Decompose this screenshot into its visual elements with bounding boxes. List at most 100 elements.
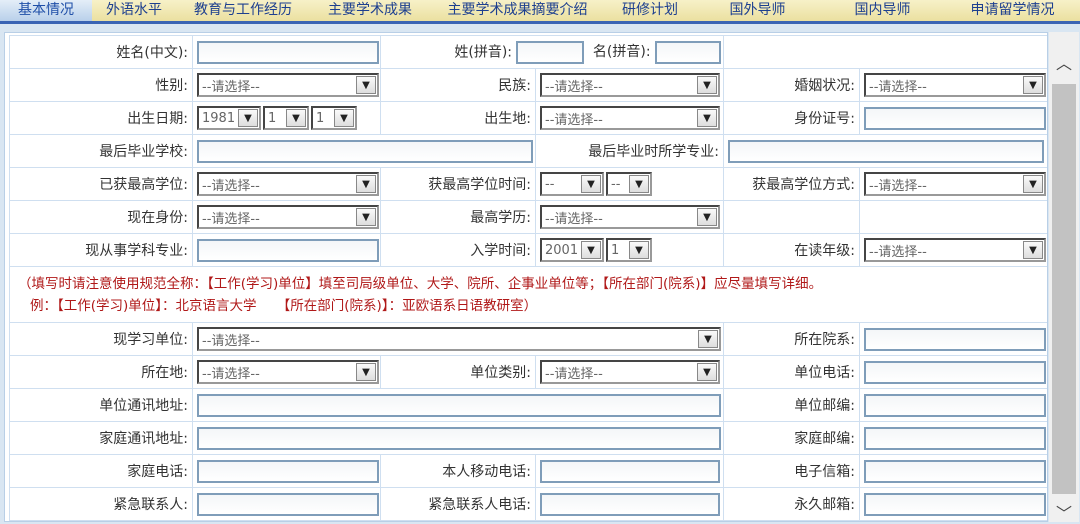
unit-type-select[interactable]: --请选择-- ▼ xyxy=(540,360,720,384)
tab-achievement-summary[interactable]: 主要学术成果摘要介绍 xyxy=(430,0,605,21)
chevron-down-icon: ▼ xyxy=(629,175,649,193)
mobile-input[interactable] xyxy=(540,459,720,483)
selected-value: --请选择-- xyxy=(545,112,603,128)
birth-year-select[interactable]: 1981 ▼ xyxy=(197,106,261,130)
label: 紧急联系人: xyxy=(9,487,193,521)
label: 电子信箱: xyxy=(723,454,861,488)
unit-phone-input[interactable] xyxy=(864,360,1047,384)
tab-study-abroad[interactable]: 申请留学情况 xyxy=(945,0,1080,21)
note-row: （填写时请注意使用规范全称：【工作(学习)单位】填至司局级单位、大学、院所、企事… xyxy=(8,266,1047,323)
degree-select[interactable]: --请选择-- ▼ xyxy=(197,172,379,196)
selected-value: --请选择-- xyxy=(545,366,603,382)
home-address-input[interactable] xyxy=(197,426,721,450)
form-row: 出生日期: 1981 ▼ 1 ▼ 1 ▼ 出生地: --请选择-- ▼ 身份证号: xyxy=(9,101,1047,135)
selected-value: --请选择-- xyxy=(202,211,260,227)
chevron-down-icon: ▼ xyxy=(698,330,718,348)
scrollbar-thumb[interactable] xyxy=(1052,84,1076,494)
chevron-up-icon[interactable]: ︿ xyxy=(1049,50,1079,74)
given-pinyin-input[interactable] xyxy=(655,40,722,64)
chevron-down-icon: ▼ xyxy=(581,241,601,259)
enroll-month-select[interactable]: 1 ▼ xyxy=(606,238,652,262)
id-number-input[interactable] xyxy=(864,106,1047,130)
marital-select[interactable]: --请选择-- ▼ xyxy=(864,73,1047,97)
label: 名(拼音): xyxy=(592,44,651,60)
last-major-input[interactable] xyxy=(728,139,1045,163)
tab-study-plan[interactable]: 研修计划 xyxy=(605,0,695,21)
chevron-down-icon: ▼ xyxy=(356,208,376,226)
gender-select[interactable]: --请选择-- ▼ xyxy=(197,73,379,97)
form-panel: 姓名(中文): 姓(拼音): 名(拼音): 性别: --请选择-- ▼ 民族: -… xyxy=(4,32,1048,522)
surname-pinyin-input[interactable] xyxy=(516,40,585,64)
chevron-down-icon: ▼ xyxy=(356,76,376,94)
birthplace-select[interactable]: --请选择-- ▼ xyxy=(540,106,720,130)
chevron-down-icon: ▼ xyxy=(697,109,717,127)
form-row: 现在身份: --请选择-- ▼ 最高学历: --请选择-- ▼ xyxy=(9,200,1047,234)
emergency-contact-input[interactable] xyxy=(197,492,379,516)
tab-basic-info[interactable]: 基本情况 xyxy=(0,0,92,21)
basic-info-form: 姓名(中文): 姓(拼音): 名(拼音): 性别: --请选择-- ▼ 民族: -… xyxy=(8,35,1047,521)
emergency-phone-input[interactable] xyxy=(540,492,720,516)
form-row: 现从事学科专业: 入学时间: 2001 ▼ 1 ▼ 在读年级: --请选择-- ▼ xyxy=(9,233,1047,267)
label: 入学时间: xyxy=(380,233,536,267)
form-row: 已获最高学位: --请选择-- ▼ 获最高学位时间: -- ▼ -- ▼ 获最高学位方式… xyxy=(9,167,1047,201)
label: 性别: xyxy=(9,68,193,102)
form-row: 家庭通讯地址: 家庭邮编: xyxy=(9,421,1047,455)
label: 最后毕业学校: xyxy=(9,134,193,168)
form-row: 紧急联系人: 紧急联系人电话: 永久邮箱: xyxy=(9,487,1047,521)
ethnicity-select[interactable]: --请选择-- ▼ xyxy=(540,73,720,97)
home-zip-input[interactable] xyxy=(864,426,1047,450)
vertical-scrollbar[interactable]: ︿ ﹀ xyxy=(1049,32,1079,524)
grade-select[interactable]: --请选择-- ▼ xyxy=(864,238,1047,262)
tab-achievements[interactable]: 主要学术成果 xyxy=(310,0,430,21)
selected-value: 1 xyxy=(316,110,325,126)
degree-way-select[interactable]: --请选择-- ▼ xyxy=(864,172,1047,196)
selected-value: --请选择-- xyxy=(869,244,927,260)
form-row: 所在地: --请选择-- ▼ 单位类别: --请选择-- ▼ 单位电话: xyxy=(9,355,1047,389)
chevron-down-icon: ▼ xyxy=(697,363,717,381)
education-select[interactable]: --请选择-- ▼ xyxy=(540,205,720,229)
subject-input[interactable] xyxy=(197,238,379,262)
enroll-year-select[interactable]: 2001 ▼ xyxy=(540,238,604,262)
tab-domestic-advisor[interactable]: 国内导师 xyxy=(820,0,945,21)
label: 在读年级: xyxy=(723,233,861,267)
permanent-email-input[interactable] xyxy=(864,492,1047,516)
chevron-down-icon: ▼ xyxy=(356,363,376,381)
tab-education-work[interactable]: 教育与工作经历 xyxy=(176,0,310,21)
chevron-down-icon: ▼ xyxy=(1023,241,1044,259)
birth-month-select[interactable]: 1 ▼ xyxy=(263,106,309,130)
status-select[interactable]: --请选择-- ▼ xyxy=(197,205,379,229)
label: 家庭通讯地址: xyxy=(9,421,193,455)
label: 现在身份: xyxy=(9,200,193,234)
last-school-input[interactable] xyxy=(197,139,533,163)
email-input[interactable] xyxy=(864,459,1047,483)
form-row: 现学习单位: --请选择-- ▼ 所在院系: xyxy=(9,322,1047,356)
label: 所在地: xyxy=(9,355,193,389)
unit-zip-input[interactable] xyxy=(864,393,1047,417)
dept-input[interactable] xyxy=(864,327,1047,351)
location-select[interactable]: --请选择-- ▼ xyxy=(197,360,379,384)
unit-address-input[interactable] xyxy=(197,393,721,417)
label: 民族: xyxy=(380,68,536,102)
degree-year-select[interactable]: -- ▼ xyxy=(540,172,604,196)
label: 获最高学位方式: xyxy=(723,167,861,201)
note-line-1: （填写时请注意使用规范全称：【工作(学习)单位】填至司局级单位、大学、院所、企事… xyxy=(18,275,823,292)
selected-value: 1 xyxy=(611,242,620,258)
name-cn-input[interactable] xyxy=(197,40,379,64)
degree-month-select[interactable]: -- ▼ xyxy=(606,172,652,196)
selected-value: --请选择-- xyxy=(202,178,260,194)
unit-select[interactable]: --请选择-- ▼ xyxy=(197,327,721,351)
chevron-down-icon: ▼ xyxy=(1023,76,1044,94)
chevron-down-icon: ▼ xyxy=(697,208,717,226)
chevron-down-icon[interactable]: ﹀ xyxy=(1049,500,1079,524)
label: 获最高学位时间: xyxy=(380,167,536,201)
tab-language[interactable]: 外语水平 xyxy=(92,0,176,21)
home-phone-input[interactable] xyxy=(197,459,379,483)
birth-day-select[interactable]: 1 ▼ xyxy=(311,106,357,130)
selected-value: --请选择-- xyxy=(202,79,260,95)
label: 姓(拼音): xyxy=(454,44,513,60)
label: 出生地: xyxy=(380,101,536,135)
label: 出生日期: xyxy=(9,101,193,135)
tab-foreign-advisor[interactable]: 国外导师 xyxy=(695,0,820,21)
selected-value: 2001 xyxy=(545,242,579,258)
label: 最后毕业时所学专业: xyxy=(534,134,725,168)
